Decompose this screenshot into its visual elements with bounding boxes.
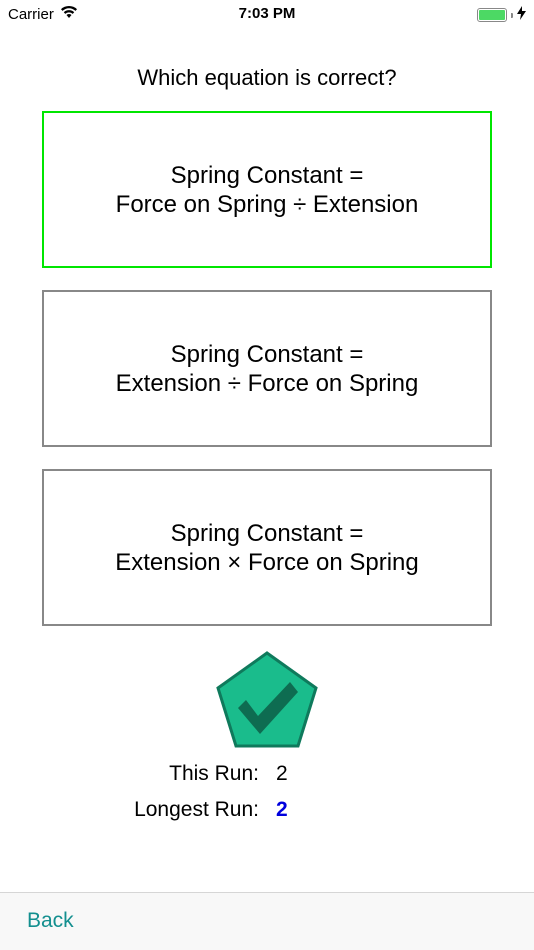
- bottom-toolbar: Back: [0, 892, 534, 950]
- status-time: 7:03 PM: [238, 5, 296, 22]
- this-run-label: This Run:: [169, 762, 259, 785]
- longest-run-value: 2: [276, 798, 288, 821]
- answer-option-3-line2: Extension × Force on Spring: [115, 548, 419, 576]
- longest-run-row: Longest Run: 2: [0, 798, 534, 834]
- charging-icon: [517, 6, 526, 24]
- answer-option-3-line1: Spring Constant =: [170, 519, 364, 547]
- answer-option-2-line1: Spring Constant =: [170, 340, 364, 368]
- run-stats: This Run: 2 Longest Run: 2: [0, 762, 534, 834]
- battery-tip: [511, 12, 513, 18]
- status-right: [477, 6, 526, 24]
- answer-option-1[interactable]: Spring Constant = Force on Spring ÷ Exte…: [42, 111, 492, 268]
- answer-option-3[interactable]: Spring Constant = Extension × Force on S…: [42, 469, 492, 626]
- question-text: Which equation is correct?: [137, 65, 397, 90]
- this-run-row: This Run: 2: [0, 762, 534, 798]
- answer-option-2[interactable]: Spring Constant = Extension ÷ Force on S…: [42, 290, 492, 447]
- back-button[interactable]: Back: [27, 909, 74, 933]
- battery-icon: [477, 8, 507, 22]
- longest-run-label: Longest Run:: [134, 798, 259, 821]
- answer-option-1-line1: Spring Constant =: [170, 161, 364, 189]
- this-run-value: 2: [276, 762, 288, 785]
- answer-option-1-line2: Force on Spring ÷ Extension: [115, 190, 419, 218]
- answer-option-2-line2: Extension ÷ Force on Spring: [115, 369, 419, 397]
- status-bar: Carrier 7:03 PM: [0, 0, 534, 28]
- pentagon-checkmark-icon: [214, 650, 320, 750]
